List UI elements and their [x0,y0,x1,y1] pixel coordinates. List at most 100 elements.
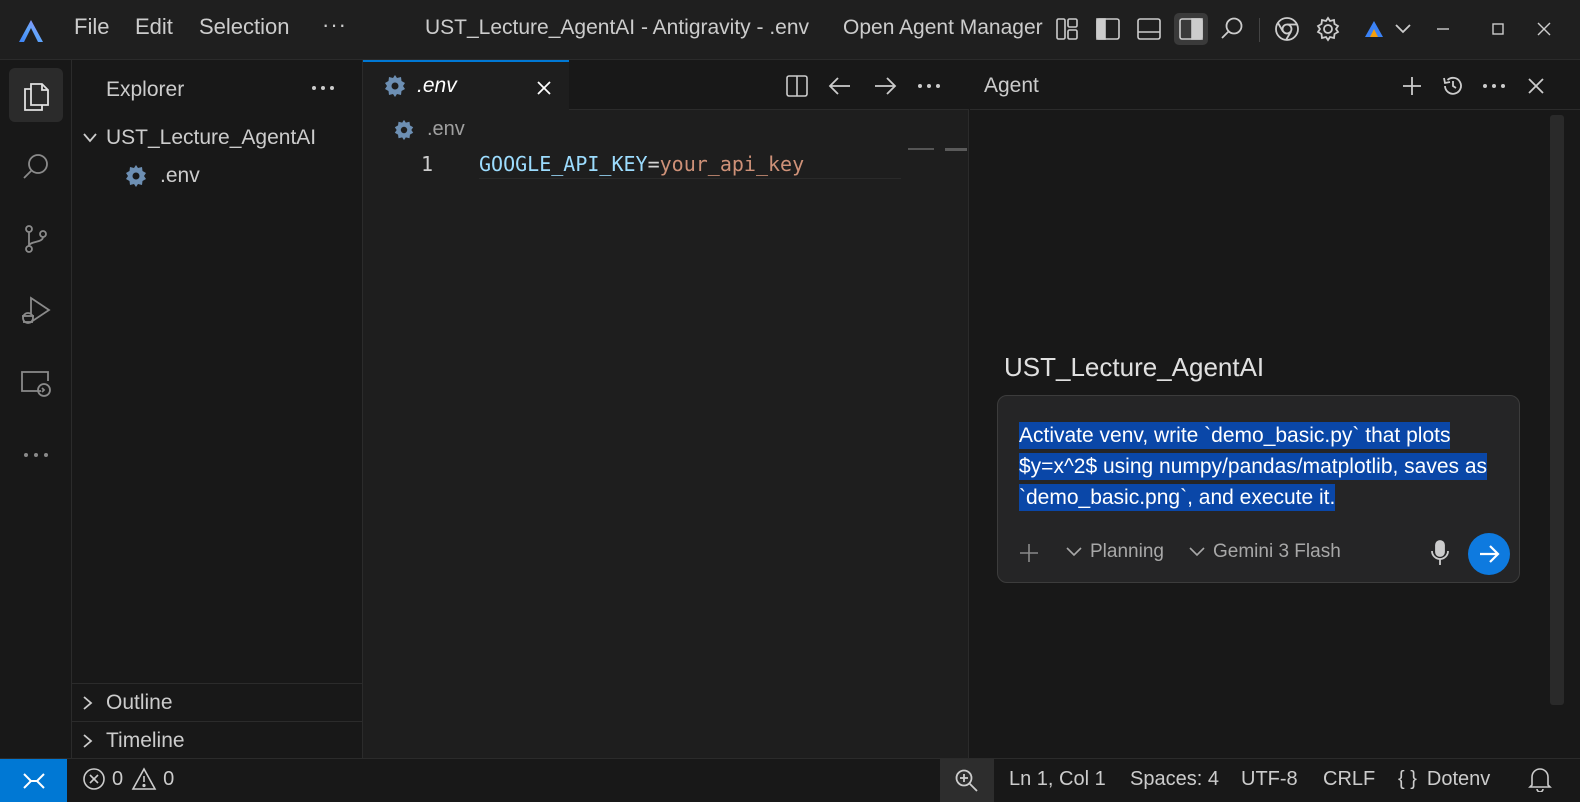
breadcrumb-label: .env [427,118,465,140]
editor-area: .env .env 1 GOOGLE_API_KEY=your_api_key [363,60,969,758]
chevron-right-icon [82,695,106,711]
mode-label: Planning [1090,541,1164,562]
mode-dropdown[interactable]: Planning [1066,541,1164,563]
prompt-input[interactable]: Activate venv, write `demo_basic.py` tha… [1019,420,1509,513]
agent-title: Agent [984,74,1039,97]
chevron-down-icon[interactable] [1390,13,1416,45]
customize-layout-icon[interactable] [1052,13,1082,45]
timeline-section[interactable]: Timeline [72,721,362,759]
indentation[interactable]: Spaces: 4 [1130,759,1219,799]
breadcrumb[interactable]: .env [393,118,465,141]
warning-icon [131,767,157,791]
encoding[interactable]: UTF-8 [1241,759,1298,799]
chrome-browser-icon[interactable] [1272,13,1302,45]
problems-indicator[interactable]: 0 0 [82,759,174,799]
new-chat-plus-icon[interactable] [1398,72,1426,100]
more-actions-icon[interactable] [1480,72,1508,100]
search-icon[interactable] [9,140,63,194]
close-tab-icon[interactable] [531,75,557,101]
gear-file-icon [393,119,415,141]
arrow-right-icon [1480,545,1500,563]
send-button[interactable] [1468,533,1510,575]
more-actions-icon[interactable] [915,72,943,100]
source-control-icon[interactable] [9,212,63,266]
env-value: your_api_key [659,152,805,176]
add-context-plus-icon[interactable] [1016,538,1042,568]
folder-label: UST_Lecture_AgentAI [106,126,317,149]
arrow-left-icon[interactable] [826,72,854,100]
braces-icon: { } [1398,767,1417,790]
language-mode[interactable]: { } Dotenv [1398,759,1490,799]
search-icon[interactable] [1217,13,1247,45]
sidebar-title: Explorer [106,78,185,101]
title-bar: File Edit Selection ··· UST_Lecture_Agen… [0,0,1580,60]
maximize-icon[interactable] [1483,13,1513,45]
warning-count: 0 [163,767,175,790]
chevron-right-icon [82,733,106,749]
notifications-bell-icon[interactable] [1528,759,1552,799]
app-logo-icon [16,16,46,46]
error-count: 0 [112,767,124,790]
agent-header: Agent [970,60,1580,110]
env-equals: = [647,152,660,176]
more-icon[interactable] [9,428,63,482]
more-actions-icon[interactable] [308,76,338,100]
tabs-bar: .env [363,60,969,110]
prompt-text-selected: Activate venv, write `demo_basic.py` tha… [1019,422,1488,511]
toggle-secondary-sidebar-icon[interactable] [1174,13,1208,45]
file-row[interactable]: .env [124,164,200,188]
outline-label: Outline [106,690,173,714]
minimize-icon[interactable] [1428,13,1458,45]
arrow-right-icon[interactable] [871,72,899,100]
settings-gear-icon[interactable] [1313,13,1343,45]
outline-section[interactable]: Outline [72,683,362,721]
close-panel-icon[interactable] [1522,72,1550,100]
toggle-primary-sidebar-icon[interactable] [1093,13,1123,45]
gear-file-icon [124,164,160,188]
model-label: Gemini 3 Flash [1213,541,1341,562]
zoom-icon[interactable] [940,759,994,802]
microphone-icon[interactable] [1428,537,1452,569]
chevron-down-icon [1066,547,1082,557]
folder-row[interactable]: UST_Lecture_AgentAI [82,126,316,150]
file-label: .env [160,164,200,187]
editor-scrollbar[interactable] [945,148,967,151]
input-toolbar: Planning Gemini 3 Flash [998,533,1521,575]
activity-bar [0,60,72,758]
explorer-sidebar: Explorer UST_Lecture_AgentAI .env Outlin… [72,60,363,758]
minimap[interactable] [908,148,934,150]
close-window-icon[interactable] [1529,13,1559,45]
agent-panel: Agent UST_Lecture_AgentAI Activate venv,… [970,60,1580,758]
open-agent-manager-button[interactable]: Open Agent Manager [843,16,1043,40]
split-editor-icon[interactable] [783,72,811,100]
menu-edit[interactable]: Edit [135,14,173,40]
chevron-down-icon [82,132,106,144]
error-icon [82,767,106,791]
menu-selection[interactable]: Selection [199,14,290,40]
explorer-icon[interactable] [9,68,63,122]
account-avatar-icon[interactable] [1361,13,1387,45]
tab-label: .env [417,74,457,97]
run-debug-icon[interactable] [9,284,63,338]
gear-file-icon [383,74,407,98]
menu-more[interactable]: ··· [322,12,347,38]
remote-explorer-icon[interactable] [9,356,63,410]
agent-scrollbar[interactable] [1550,115,1564,705]
remote-indicator-icon[interactable] [0,759,67,802]
code-line[interactable]: GOOGLE_API_KEY=your_api_key [479,152,901,179]
end-of-line[interactable]: CRLF [1323,759,1375,799]
tab-env[interactable]: .env [363,60,569,110]
divider [1259,18,1260,42]
history-icon[interactable] [1439,72,1467,100]
chevron-down-icon [1189,547,1205,557]
line-number: 1 [421,152,434,176]
menu-file[interactable]: File [74,14,109,40]
env-key: GOOGLE_API_KEY [479,152,648,176]
workspace-title: UST_Lecture_AgentAI [1004,352,1265,382]
language-label: Dotenv [1426,767,1491,790]
cursor-position[interactable]: Ln 1, Col 1 [1009,759,1106,799]
toggle-panel-icon[interactable] [1134,13,1164,45]
agent-input-box[interactable]: Activate venv, write `demo_basic.py` tha… [997,395,1520,583]
model-dropdown[interactable]: Gemini 3 Flash [1189,541,1341,563]
window-title: UST_Lecture_AgentAI - Antigravity - .env [425,16,810,39]
